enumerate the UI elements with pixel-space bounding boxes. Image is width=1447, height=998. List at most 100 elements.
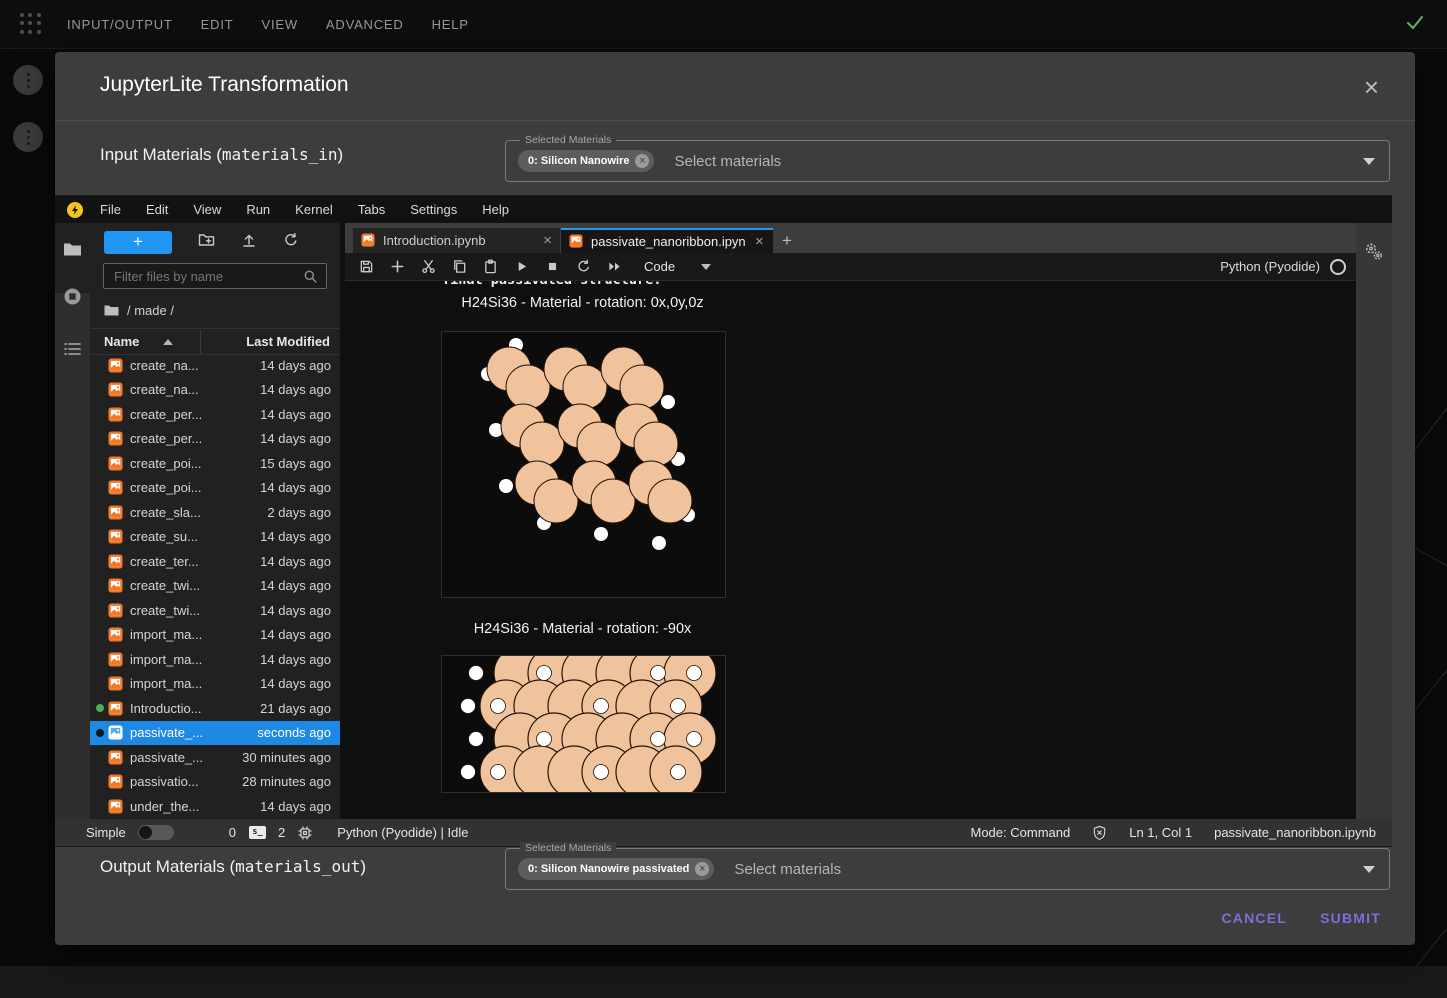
jl-menu-view[interactable]: View [193,202,221,217]
table-of-contents-tab-icon[interactable] [63,341,82,362]
mode-indicator[interactable]: Mode: Command [971,825,1071,840]
chip-remove-icon[interactable]: × [695,862,709,876]
file-row[interactable]: import_ma... 14 days ago [90,672,340,697]
kernel-dot [96,459,104,467]
kernel-name[interactable]: Python (Pyodide) [1220,259,1320,274]
file-row[interactable]: Introductio... 21 days ago [90,696,340,721]
file-row[interactable]: create_poi... 15 days ago [90,451,340,476]
input-selected-materials-field[interactable]: Selected Materials 0: Silicon Nanowire ×… [505,140,1390,182]
kernel-status-icon[interactable] [1330,259,1346,275]
cursor-position[interactable]: Ln 1, Col 1 [1129,825,1192,840]
file-row[interactable]: create_poi... 14 days ago [90,476,340,501]
simple-mode-toggle[interactable] [138,825,174,840]
notebook-icon [569,234,584,249]
save-icon[interactable] [359,259,374,274]
refresh-icon[interactable] [283,232,299,253]
notebook-icon [108,407,123,422]
file-name: Introductio... [130,701,260,716]
select-materials-placeholder[interactable]: Select materials [674,153,1363,170]
select-materials-placeholder[interactable]: Select materials [734,861,1363,878]
trust-shield-icon[interactable] [1092,825,1107,841]
menu-input-output[interactable]: INPUT/OUTPUT [67,17,173,32]
jl-menu-run[interactable]: Run [246,202,270,217]
column-header-last-modified[interactable]: Last Modified [200,330,340,354]
file-row[interactable]: import_ma... 14 days ago [90,647,340,672]
file-row[interactable]: create_su... 14 days ago [90,525,340,550]
new-folder-icon[interactable] [198,232,215,252]
menu-advanced[interactable]: ADVANCED [326,17,404,32]
menu-help[interactable]: HELP [432,17,469,32]
kernel-dot [96,680,104,688]
material-chip[interactable]: 0: Silicon Nanowire passivated × [518,858,714,880]
file-row[interactable]: create_na... 14 days ago [90,353,340,378]
restart-run-all-icon[interactable] [607,259,622,274]
jl-menu-settings[interactable]: Settings [410,202,457,217]
new-launcher-button[interactable]: + [104,231,172,254]
kernel-count[interactable]: 2 [278,825,285,840]
add-cell-icon[interactable] [390,259,405,274]
dropdown-caret-icon[interactable] [1363,866,1375,873]
upload-icon[interactable] [241,232,257,253]
submit-button[interactable]: SUBMIT [1314,900,1387,936]
paste-cells-icon[interactable] [483,259,498,274]
cell-type-select[interactable]: Code [644,259,711,274]
output-selected-materials-field[interactable]: Selected Materials 0: Silicon Nanowire p… [505,848,1390,890]
menu-view[interactable]: VIEW [261,17,297,32]
run-cell-icon[interactable] [514,259,529,274]
tab-passivate-nanoribbon[interactable]: passivate_nanoribbon.ipynb × [561,228,773,253]
file-row[interactable]: under_the... 14 days ago [90,794,340,819]
menu-edit[interactable]: EDIT [201,17,234,32]
new-tab-icon[interactable]: + [774,228,800,253]
filter-files-input[interactable] [104,269,303,284]
file-row[interactable]: create_sla... 2 days ago [90,500,340,525]
cut-cells-icon[interactable] [421,259,436,274]
notebook-icon [108,554,123,569]
close-icon[interactable]: × [1364,74,1379,100]
file-row[interactable]: create_twi... 14 days ago [90,598,340,623]
filter-files-field[interactable] [103,263,327,289]
jl-menu-kernel[interactable]: Kernel [295,202,333,217]
file-row[interactable]: import_ma... 14 days ago [90,623,340,648]
file-name: create_su... [130,529,260,544]
kernel-status-text[interactable]: Python (Pyodide) | Idle [337,825,468,840]
folder-icon [104,304,119,317]
file-row[interactable]: create_twi... 14 days ago [90,574,340,599]
tab-introduction[interactable]: Introduction.ipynb × [353,228,560,253]
jl-menu-help[interactable]: Help [482,202,509,217]
notebook-icon [108,750,123,765]
breadcrumb[interactable]: / made / [104,303,174,318]
notebook-icon [108,701,123,716]
notebook-output[interactable]: final passivated structure: H24Si36 - Ma… [345,281,1356,819]
column-header-name[interactable]: Name [90,334,200,349]
file-row[interactable]: create_per... 14 days ago [90,427,340,452]
kernel-dot [96,729,104,737]
file-row[interactable]: create_ter... 14 days ago [90,549,340,574]
terminal-count[interactable]: 0 [229,825,236,840]
jl-menu-file[interactable]: File [100,202,121,217]
cancel-button[interactable]: CANCEL [1215,900,1293,936]
property-inspector-gears-icon[interactable] [1363,241,1385,268]
dropdown-caret-icon[interactable] [1363,158,1375,165]
sort-ascending-icon [163,339,173,345]
tab-close-icon[interactable]: × [755,234,764,249]
file-row[interactable]: passivate_... seconds ago [90,721,340,746]
file-browser-tab-icon[interactable] [63,241,82,262]
file-modified: 14 days ago [260,578,331,593]
background-more-button [13,65,43,95]
figure1-title: H24Si36 - Material - rotation: 0x,0y,0z [441,295,724,311]
running-sessions-tab-icon[interactable] [63,287,82,311]
file-modified: 14 days ago [260,676,331,691]
jl-menu-edit[interactable]: Edit [146,202,168,217]
file-row[interactable]: create_per... 14 days ago [90,402,340,427]
tab-close-icon[interactable]: × [543,233,552,248]
file-row[interactable]: create_na... 14 days ago [90,378,340,403]
file-row[interactable]: passivatio... 28 minutes ago [90,770,340,795]
file-row[interactable]: passivate_... 30 minutes ago [90,745,340,770]
material-chip[interactable]: 0: Silicon Nanowire × [518,150,654,172]
restart-kernel-icon[interactable] [576,259,591,274]
jl-menu-tabs[interactable]: Tabs [358,202,385,217]
stop-kernel-icon[interactable] [545,259,560,274]
chip-remove-icon[interactable]: × [635,154,649,168]
app-grid-icon[interactable] [20,13,42,35]
copy-cells-icon[interactable] [452,259,467,274]
